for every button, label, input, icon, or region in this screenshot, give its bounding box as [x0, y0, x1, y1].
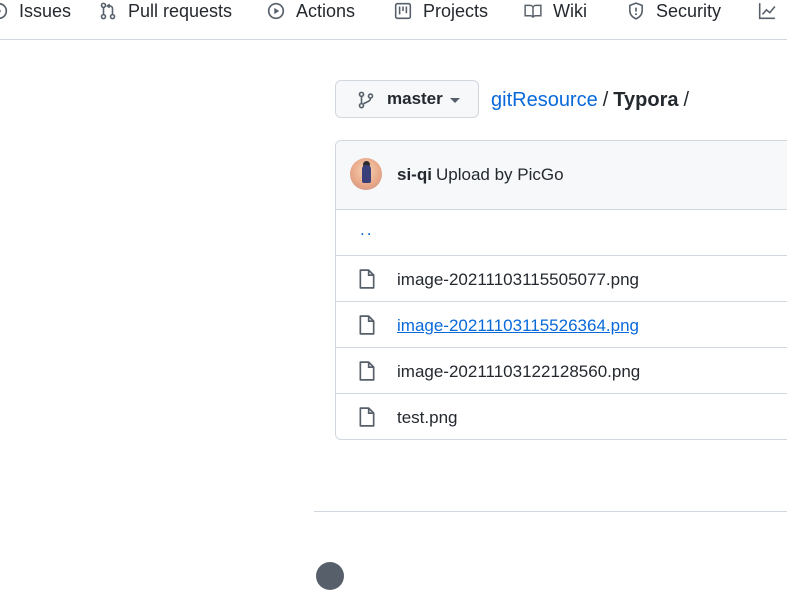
tab-wiki[interactable]: Wiki — [524, 0, 587, 22]
avatar[interactable] — [350, 158, 382, 190]
file-name-link[interactable]: image-20211103115505077.png — [397, 270, 639, 290]
list-item[interactable]: image-20211103115526364.png — [336, 301, 787, 347]
breadcrumb-separator: / — [602, 89, 609, 111]
branch-name: master — [387, 89, 443, 108]
breadcrumb-repo-link[interactable]: gitResource — [491, 89, 598, 111]
file-icon — [359, 315, 375, 335]
file-name-link[interactable]: test.png — [397, 408, 458, 428]
commit-message[interactable]: Upload by PicGo — [436, 165, 564, 185]
graph-icon — [758, 2, 787, 20]
breadcrumb-separator: / — [683, 89, 690, 111]
book-icon — [524, 2, 553, 20]
tab-actions[interactable]: Actions — [267, 0, 355, 22]
file-name-link[interactable]: image-20211103122128560.png — [397, 362, 640, 382]
list-item[interactable]: test.png — [336, 393, 787, 439]
tab-projects[interactable]: Projects — [394, 0, 488, 22]
chevron-down-icon — [450, 98, 460, 103]
tab-security[interactable]: Security — [627, 0, 721, 22]
repo-nav: Issues Pull requests Actions Projects Wi… — [0, 0, 787, 40]
section-divider — [314, 511, 787, 512]
git-branch-icon — [358, 91, 374, 109]
play-icon — [267, 2, 296, 20]
tab-issues[interactable]: Issues — [0, 0, 71, 22]
list-item-updir[interactable]: .. — [336, 209, 787, 255]
tab-security-label: Security — [656, 0, 722, 21]
parent-directory-link[interactable]: .. — [360, 220, 373, 240]
file-icon — [359, 269, 375, 289]
issue-icon — [0, 2, 19, 20]
tab-actions-label: Actions — [296, 0, 356, 21]
list-item[interactable]: image-20211103122128560.png — [336, 347, 787, 393]
list-item[interactable]: image-20211103115505077.png — [336, 255, 787, 301]
file-name-link[interactable]: image-20211103115526364.png — [397, 316, 639, 336]
breadcrumb: gitResource / Typora / — [491, 89, 694, 112]
breadcrumb-current-folder: Typora — [613, 89, 679, 111]
latest-commit-bar: si-qi Upload by PicGo — [336, 141, 787, 210]
branch-select-button[interactable]: master — [335, 80, 479, 118]
tab-pull-requests-label: Pull requests — [128, 0, 233, 21]
shield-icon — [627, 2, 656, 20]
pull-request-icon — [99, 2, 128, 20]
tab-pull-requests[interactable]: Pull requests — [99, 0, 232, 22]
file-icon — [359, 361, 375, 381]
tab-wiki-label: Wiki — [553, 0, 587, 21]
project-icon — [394, 2, 423, 20]
tab-insights[interactable] — [758, 0, 787, 22]
tab-projects-label: Projects — [423, 0, 489, 21]
file-icon — [359, 407, 375, 427]
footer-logo-icon[interactable] — [316, 562, 344, 590]
commit-author[interactable]: si-qi — [397, 165, 432, 185]
file-list: si-qi Upload by PicGo .. image-202111031… — [335, 140, 787, 440]
tab-issues-label: Issues — [19, 0, 72, 21]
